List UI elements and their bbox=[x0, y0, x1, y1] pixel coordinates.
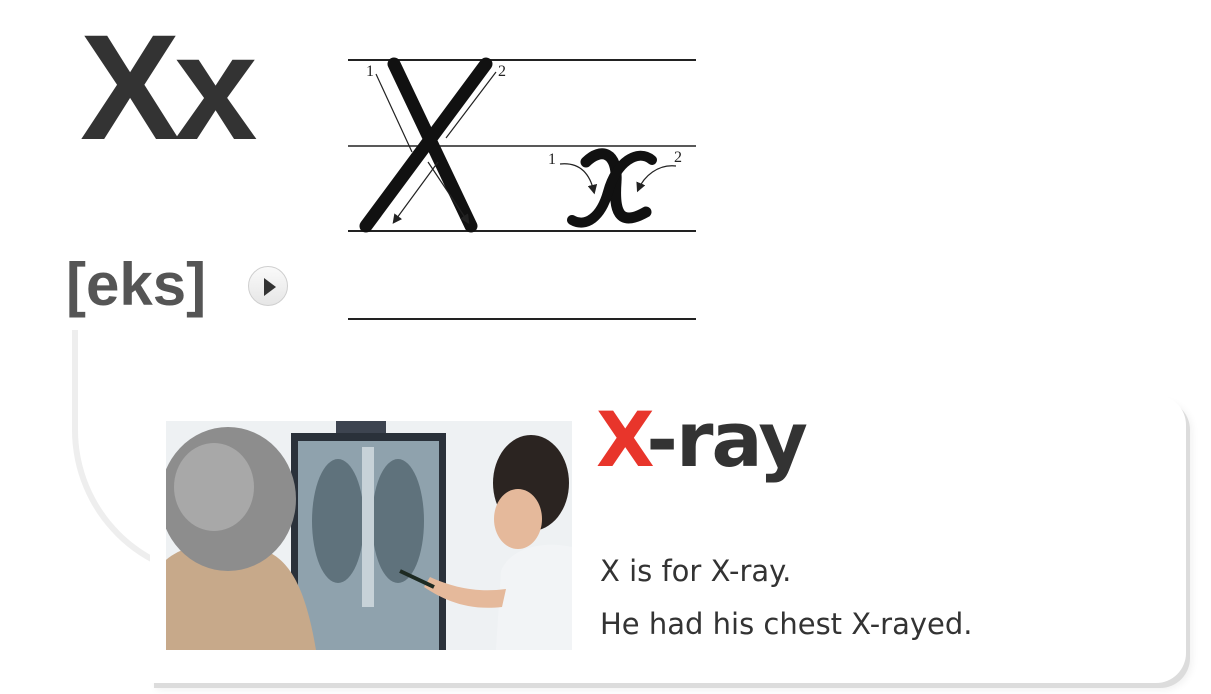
stroke-number: 1 bbox=[548, 151, 556, 168]
lowercase-x-strokes bbox=[559, 148, 677, 228]
letter-heading: Xx bbox=[80, 3, 258, 171]
handwriting-guide: 1 2 1 2 bbox=[348, 57, 696, 320]
play-icon bbox=[264, 278, 276, 296]
stroke-number: 1 bbox=[366, 63, 374, 80]
example-word: X-ray bbox=[596, 392, 808, 488]
uppercase-x-strokes bbox=[359, 57, 497, 233]
stroke-number: 2 bbox=[498, 63, 506, 80]
stroke-number: 2 bbox=[674, 149, 682, 166]
xray-photo bbox=[166, 421, 572, 650]
example-sentence: X is for X-ray. bbox=[600, 554, 792, 588]
phonetic-transcription: [eks] bbox=[66, 251, 207, 318]
word-rest: -ray bbox=[646, 395, 808, 484]
word-highlight-letter: X bbox=[596, 395, 648, 484]
play-audio-button[interactable] bbox=[248, 266, 288, 306]
example-sentence: He had his chest X-rayed. bbox=[600, 607, 973, 641]
